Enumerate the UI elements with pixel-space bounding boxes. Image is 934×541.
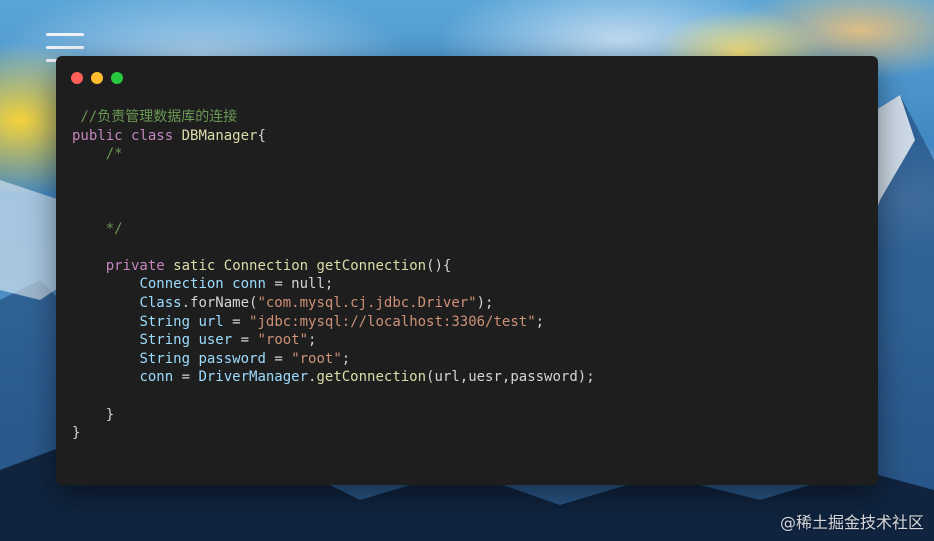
code-line: */ [72,220,595,239]
code-token: public [72,127,123,144]
code-token: String [139,332,191,349]
code-token: ); [476,294,494,311]
code-token: //负责管理数据库的连接 [72,109,238,125]
code-token: (){ [426,257,452,274]
code-token: } [72,425,81,442]
code-token: getConnection [316,369,427,386]
code-token: (url,uesr,password); [426,369,595,386]
code-token: "root" [291,350,342,367]
code-token: DriverManager [198,369,309,386]
code-line: } [72,424,595,443]
code-line: Class.forName("com.mysql.cj.jdbc.Driver"… [72,294,595,313]
code-token: ; [341,350,351,367]
code-token: "root" [257,332,309,349]
code-token: user [198,332,233,349]
code-token: .forName( [181,294,258,311]
code-token: = [223,313,250,330]
code-token: Class [139,294,182,311]
code-token: getConnection [316,257,427,274]
code-line: String user = "root"; [72,331,595,350]
code-token: conn [139,369,174,386]
code-token: ; [308,332,317,349]
code-line: private satic Connection getConnection()… [72,257,595,276]
code-token: = null; [265,276,334,293]
code-token: = [232,332,258,349]
code-token: ; [535,313,545,330]
watermark: @稀土掘金技术社区 [779,513,924,532]
code-token: "com.mysql.cj.jdbc.Driver" [257,294,477,311]
close-dot-icon[interactable] [71,72,83,84]
window-controls [71,72,123,84]
code-token: Connection [223,257,309,274]
code-token: { [257,127,266,144]
code-token: conn [232,276,266,293]
code-token: String [139,350,191,367]
code-token: private [105,257,165,274]
code-line: Connection conn = null; [72,275,595,294]
code-token: } [72,406,115,423]
code-window: //负责管理数据库的连接 public class DBManager{ /* *… [56,56,878,485]
code-line: //负责管理数据库的连接 [72,108,595,127]
maximize-dot-icon[interactable] [111,72,123,84]
code-token: password [198,350,266,367]
code-token: = [173,369,199,386]
code-token: satic [173,257,216,274]
code-token: /* [72,146,123,163]
code-line: String url = "jdbc:mysql://localhost:330… [72,313,595,332]
code-line: public class DBManager{ [72,127,595,146]
minimize-dot-icon[interactable] [91,72,103,84]
code-token: DBManager [181,127,258,144]
code-token: */ [72,220,123,237]
code-line: String password = "root"; [72,350,595,369]
code-line: } [72,406,595,425]
code-line: /* [72,145,595,164]
code-token: class [131,127,174,144]
code-line: conn = DriverManager.getConnection(url,u… [72,368,595,387]
code-block: //负责管理数据库的连接 public class DBManager{ /* *… [72,108,595,443]
code-token: Connection [139,276,224,293]
code-token: = [265,350,292,367]
code-token: url [198,313,224,330]
code-token: String [139,313,191,330]
code-token: "jdbc:mysql://localhost:3306/test" [249,313,536,330]
